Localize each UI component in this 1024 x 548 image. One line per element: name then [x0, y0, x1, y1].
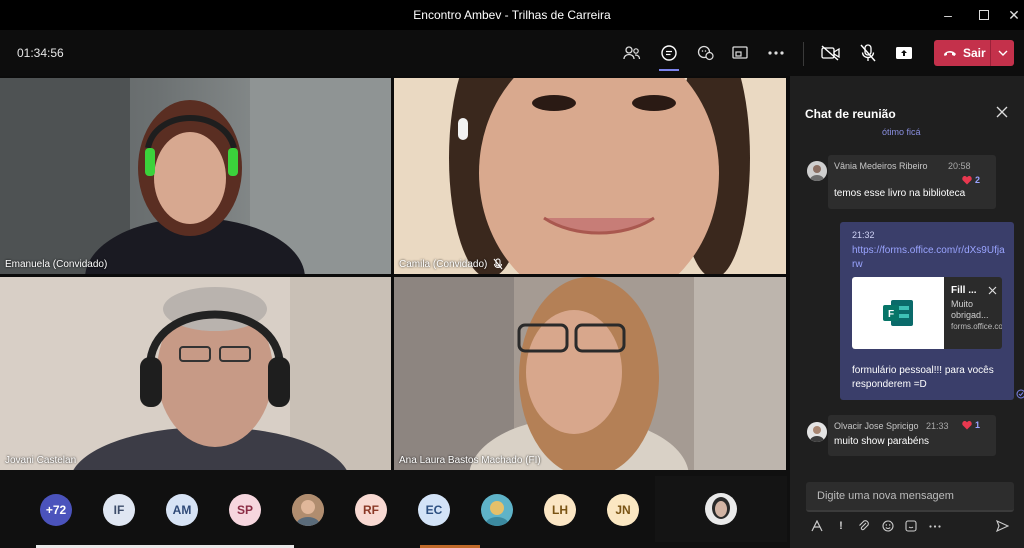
participant-video — [0, 277, 391, 470]
avatar-photo[interactable] — [292, 494, 324, 526]
message-time: 21:33 — [926, 421, 949, 431]
avatar[interactable]: EC — [418, 494, 450, 526]
chat-title: Chat de reunião — [805, 107, 896, 121]
avatar[interactable]: JN — [607, 494, 639, 526]
message-time: 21:32 — [852, 230, 875, 240]
important-icon[interactable]: ! — [834, 519, 848, 533]
reactions-icon[interactable] — [694, 41, 718, 65]
avatar[interactable]: SP — [229, 494, 261, 526]
more-participants-button[interactable]: +72 — [40, 494, 72, 526]
compose-box[interactable] — [806, 482, 1014, 512]
avatar[interactable]: IF — [103, 494, 135, 526]
message-input[interactable] — [806, 482, 1014, 510]
self-view[interactable] — [655, 476, 787, 542]
partial-message: ótimo ficá — [882, 128, 921, 136]
chat-message[interactable]: Olvacir Jose Spricigo 21:33 1 muito show… — [828, 415, 996, 456]
avatar-photo[interactable] — [481, 494, 513, 526]
avatar[interactable] — [807, 161, 827, 181]
maximize-icon[interactable] — [970, 3, 998, 27]
close-chat-button[interactable] — [996, 105, 1010, 119]
people-icon[interactable] — [620, 41, 644, 65]
window-title: Encontro Ambev - Trilhas de Carreira — [413, 8, 611, 22]
mic-off-icon[interactable] — [856, 41, 880, 65]
leave-options-button[interactable] — [990, 40, 1014, 66]
participant-name: Ana Laura Bastos Machado (FI) — [399, 455, 541, 466]
card-domain: forms.office.com — [951, 322, 1002, 331]
reaction[interactable]: 2 — [962, 175, 980, 185]
share-tray-icon[interactable] — [728, 41, 752, 65]
participant-video — [394, 78, 786, 274]
chat-icon[interactable] — [657, 41, 681, 71]
toolbar-divider — [803, 42, 804, 66]
reaction[interactable]: 1 — [962, 420, 980, 430]
avatar[interactable]: RF — [355, 494, 387, 526]
avatar[interactable] — [807, 422, 827, 442]
more-options-icon[interactable] — [928, 519, 942, 533]
chevron-down-icon — [998, 50, 1007, 56]
close-icon[interactable]: ✕ — [1000, 3, 1024, 27]
meeting-toolbar: 01:34:56 Sair — [0, 30, 1024, 76]
card-description: Muito obrigad... — [951, 299, 989, 320]
participant-gallery: +72 IF AM SP RF EC LH JN — [0, 470, 790, 548]
message-author: Vânia Medeiros Ribeiro — [834, 161, 928, 171]
self-avatar — [705, 493, 737, 525]
video-tile[interactable]: Ana Laura Bastos Machado (FI) — [394, 277, 786, 470]
message-text: muito show parabéns — [834, 436, 930, 447]
avatar[interactable]: AM — [166, 494, 198, 526]
message-link[interactable]: https://forms.office.com/r/dXs9Ufjarw — [852, 244, 1006, 272]
forms-icon: F — [852, 277, 944, 349]
title-bar: Encontro Ambev - Trilhas de Carreira – ✕ — [0, 0, 1024, 30]
seen-icon — [1016, 389, 1024, 399]
message-text: temos esse livro na biblioteca — [834, 188, 966, 199]
share-content-icon[interactable] — [892, 41, 916, 65]
emoji-icon[interactable] — [881, 519, 895, 533]
svg-text:F: F — [888, 309, 894, 320]
chat-message[interactable]: Vânia Medeiros Ribeiro 20:58 2 temos ess… — [828, 155, 996, 209]
leave-main[interactable]: Sair — [934, 40, 990, 66]
sticker-icon[interactable] — [904, 519, 918, 533]
participant-name: Camila (Convidado) — [399, 258, 503, 270]
format-icon[interactable] — [810, 519, 824, 533]
message-author: Olvacir Jose Spricigo — [834, 421, 919, 431]
participant-name: Jovani Castelan — [5, 455, 77, 466]
participant-name: Emanuela (Convidado) — [5, 259, 108, 270]
hang-up-icon — [944, 51, 956, 56]
meeting-timer: 01:34:56 — [17, 46, 64, 60]
heart-icon — [962, 175, 972, 184]
video-stage: Emanuela (Convidado) Camila (Convidado) — [0, 76, 790, 548]
leave-label: Sair — [963, 46, 986, 60]
send-icon[interactable] — [995, 519, 1009, 533]
video-tile[interactable]: Emanuela (Convidado) — [0, 78, 391, 274]
more-icon[interactable] — [764, 41, 788, 65]
message-time: 20:58 — [948, 161, 971, 171]
participant-video — [394, 277, 786, 470]
close-icon — [996, 106, 1008, 118]
video-tile[interactable]: Camila (Convidado) — [394, 78, 786, 274]
minimize-icon[interactable]: – — [934, 3, 962, 27]
video-tile[interactable]: Jovani Castelan — [0, 277, 391, 470]
message-text: formulário pessoal!!! para vocês respond… — [852, 365, 994, 390]
participant-video — [0, 78, 391, 274]
camera-off-icon[interactable] — [819, 41, 843, 65]
attach-icon[interactable] — [857, 519, 871, 533]
link-preview-card[interactable]: F Fill ... Muito obrigad... forms.office… — [852, 277, 1002, 349]
close-icon[interactable] — [988, 286, 997, 295]
mic-muted-icon — [493, 258, 503, 270]
avatar[interactable]: LH — [544, 494, 576, 526]
leave-button[interactable]: Sair — [934, 40, 1014, 66]
heart-icon — [962, 420, 972, 429]
chat-message-own[interactable]: 21:32 https://forms.office.com/r/dXs9Ufj… — [840, 222, 1014, 400]
chat-panel: Chat de reunião ótimo ficá Vânia Medeiro… — [790, 76, 1024, 548]
card-title: Fill ... — [951, 285, 977, 296]
